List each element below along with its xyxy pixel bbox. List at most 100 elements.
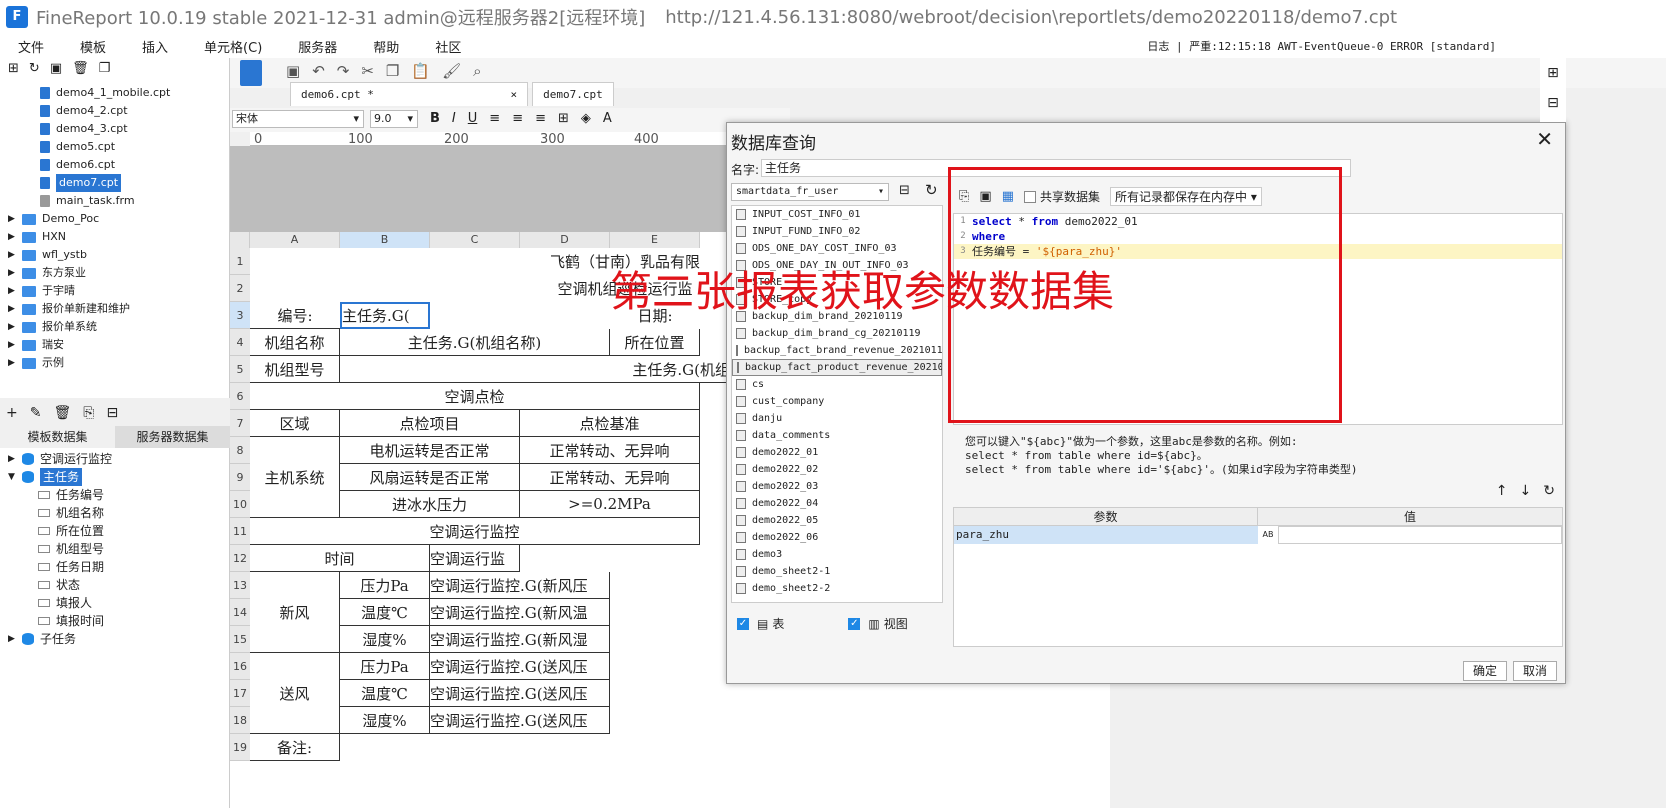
col-header[interactable]: B: [340, 232, 430, 248]
cell-formula[interactable]: 空调运行监控.G(新风温: [430, 599, 610, 626]
tree-folder[interactable]: ▶ Demo_Poc: [8, 210, 229, 228]
designer-icon[interactable]: [240, 60, 262, 86]
cell-section[interactable]: 空调运行监控: [250, 518, 700, 545]
expand-icon[interactable]: ▶: [8, 264, 22, 282]
row-header[interactable]: 14: [230, 599, 250, 626]
cut-icon[interactable]: ✂: [361, 62, 374, 80]
table-item[interactable]: demo2022_02: [732, 461, 942, 478]
table-item[interactable]: demo_sheet2-1: [732, 563, 942, 580]
type-icon[interactable]: AB: [1258, 526, 1278, 544]
tree-folder[interactable]: ▶ 瑞安: [8, 336, 229, 354]
table-item-hover[interactable]: backup_fact_product_revenue_2021011: [732, 359, 942, 376]
row-header[interactable]: 7: [230, 410, 250, 437]
table-item[interactable]: INPUT_COST_INFO_01: [732, 206, 942, 223]
table-item[interactable]: INPUT_FUND_INFO_02: [732, 223, 942, 240]
connection-select[interactable]: smartdata_fr_user ▾: [731, 183, 889, 201]
menu-insert[interactable]: 插入: [124, 37, 186, 56]
table-item[interactable]: demo2022_01: [732, 444, 942, 461]
cell-label[interactable]: 主机系统: [250, 437, 340, 518]
row-header[interactable]: 8: [230, 437, 250, 464]
tree-file[interactable]: demo4_1_mobile.cpt: [40, 84, 229, 102]
save-icon[interactable]: ▣: [286, 62, 300, 80]
table-item[interactable]: demo_sheet2-2: [732, 580, 942, 597]
param-name-cell[interactable]: para_zhu: [954, 526, 1258, 544]
widget-icon[interactable]: ⊟: [1540, 88, 1566, 118]
menu-file[interactable]: 文件: [0, 37, 62, 56]
align-center-icon[interactable]: ≡: [512, 111, 523, 126]
cell-label[interactable]: 新风: [250, 572, 340, 653]
move-up-icon[interactable]: ↑: [1496, 483, 1508, 499]
table-item[interactable]: demo2022_05: [732, 512, 942, 529]
font-size-select[interactable]: 9.0 ▾: [370, 110, 418, 128]
row-header[interactable]: 10: [230, 491, 250, 518]
field-item[interactable]: 任务编号: [38, 486, 229, 504]
cell-item[interactable]: 正常转动、无异响: [520, 437, 700, 464]
move-down-icon[interactable]: ↓: [1520, 483, 1532, 499]
expand-icon[interactable]: ▶: [8, 354, 22, 372]
delete-icon[interactable]: 🗑: [72, 61, 89, 76]
tree-folder[interactable]: ▶ 东方泵业: [8, 264, 229, 282]
border-icon[interactable]: ⊞: [558, 111, 569, 126]
expand-icon[interactable]: ▶: [8, 228, 22, 246]
cell-label[interactable]: 所在位置: [610, 329, 700, 356]
align-right-icon[interactable]: ≡: [535, 111, 546, 126]
menu-community[interactable]: 社区: [417, 37, 479, 56]
dataset-item[interactable]: ▶ 空调运行监控: [8, 450, 229, 468]
expand-icon[interactable]: ▶: [8, 318, 22, 336]
expand-icon[interactable]: ▶: [8, 282, 22, 300]
row-header[interactable]: 2: [230, 275, 250, 302]
cell-unit[interactable]: 压力Pa: [340, 653, 430, 680]
cell-section[interactable]: 空调点检: [250, 383, 700, 410]
refresh-icon[interactable]: ↻: [1543, 483, 1555, 499]
cell-unit[interactable]: 温度℃: [340, 599, 430, 626]
row-header[interactable]: 16: [230, 653, 250, 680]
table-checkbox[interactable]: ✓: [737, 617, 749, 630]
table-item[interactable]: danju: [732, 410, 942, 427]
expand-icon[interactable]: ▶: [8, 630, 22, 648]
table-item[interactable]: data_comments: [732, 427, 942, 444]
menu-template[interactable]: 模板: [62, 37, 124, 56]
tree-file[interactable]: demo4_2.cpt: [40, 102, 229, 120]
cell-item[interactable]: 风扇运转是否正常: [340, 464, 520, 491]
dataset-item[interactable]: ▶ 子任务: [8, 630, 229, 648]
table-item[interactable]: demo2022_04: [732, 495, 942, 512]
expand-icon[interactable]: ▶: [8, 300, 22, 318]
menu-help[interactable]: 帮助: [355, 37, 417, 56]
cell-header[interactable]: 点检项目: [340, 410, 520, 437]
row-header[interactable]: 6: [230, 383, 250, 410]
cell-formula[interactable]: 主任务.G(机组: [340, 356, 730, 383]
table-item[interactable]: cust_company: [732, 393, 942, 410]
col-header[interactable]: C: [430, 232, 520, 248]
row-header[interactable]: 19: [230, 734, 250, 761]
table-item[interactable]: demo3: [732, 546, 942, 563]
tab-server-dataset[interactable]: 服务器数据集: [115, 426, 230, 448]
tree-file[interactable]: demo5.cpt: [40, 138, 229, 156]
cell-label[interactable]: 备注:: [250, 734, 340, 761]
table-item[interactable]: ODS_ONE_DAY_COST_INFO_03: [732, 240, 942, 257]
close-icon[interactable]: ✕: [1536, 127, 1553, 151]
cell-formula[interactable]: 空调运行监: [430, 545, 520, 572]
row-header[interactable]: 5: [230, 356, 250, 383]
expand-icon[interactable]: ▶: [8, 336, 22, 354]
cell-formula[interactable]: 空调运行监控.G(送风压: [430, 653, 610, 680]
col-header[interactable]: E: [610, 232, 700, 248]
lock-icon[interactable]: ▣: [50, 61, 62, 76]
db-edit-icon[interactable]: ⊟: [899, 183, 910, 198]
row-header[interactable]: 1: [230, 248, 250, 275]
row-header[interactable]: 3: [230, 302, 250, 329]
row-header[interactable]: 13: [230, 572, 250, 599]
dataset-item-selected[interactable]: ▼ 主任务: [8, 468, 229, 486]
tree-folder[interactable]: ▶ wfl_ystb: [8, 246, 229, 264]
field-item[interactable]: 机组型号: [38, 540, 229, 558]
expand-icon[interactable]: ▶: [8, 450, 22, 468]
row-header[interactable]: 15: [230, 626, 250, 653]
expand-icon[interactable]: ▶: [8, 210, 22, 228]
col-header[interactable]: D: [520, 232, 610, 248]
tree-file-selected[interactable]: demo7.cpt: [40, 174, 229, 192]
field-item[interactable]: 填报时间: [38, 612, 229, 630]
tree-folder[interactable]: ▶ 报价单新建和维护: [8, 300, 229, 318]
copy-icon[interactable]: ❐: [386, 62, 399, 80]
undo-icon[interactable]: ↶: [312, 62, 325, 80]
cell-label[interactable]: 编号:: [250, 302, 340, 329]
tab-demo7[interactable]: demo7.cpt: [532, 82, 614, 106]
